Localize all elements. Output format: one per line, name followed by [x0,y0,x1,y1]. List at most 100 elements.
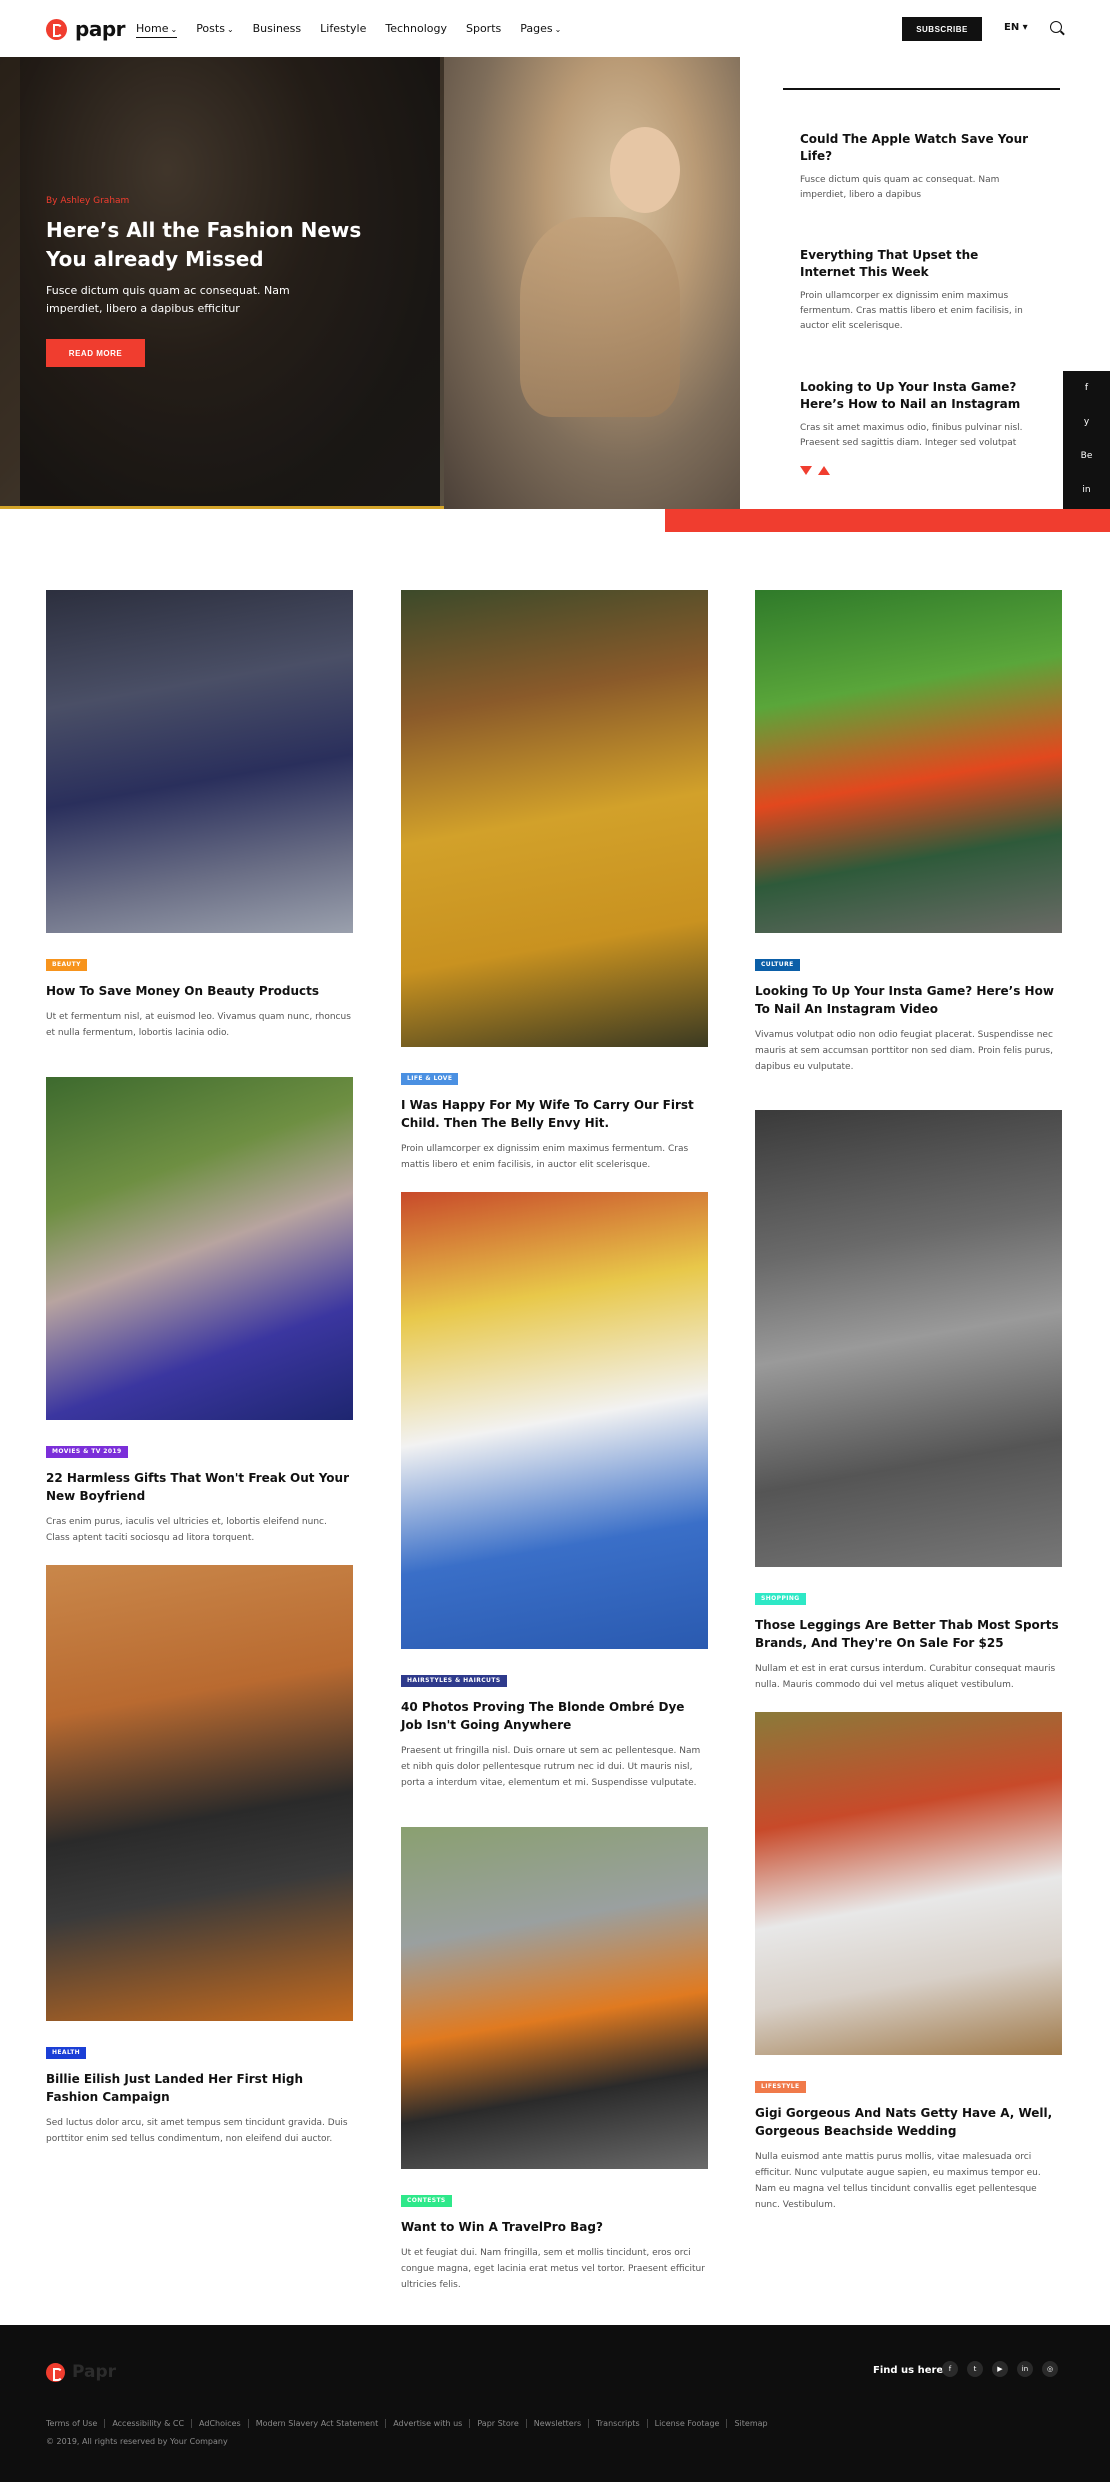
read-more-button[interactable]: READ MORE [46,339,145,367]
article-title[interactable]: 22 Harmless Gifts That Won't Freak Out Y… [46,1469,353,1505]
nav-label: Posts [196,22,225,35]
category-badge[interactable]: MOVIES & TV 2019 [46,1446,128,1458]
footer-link[interactable]: Advertise with us [385,2419,469,2428]
footer-link[interactable]: Sitemap [726,2419,774,2428]
article-image[interactable] [755,1110,1062,1567]
logo[interactable]: papr [46,17,126,41]
category-badge[interactable]: CULTURE [755,959,800,971]
article-card[interactable]: HEALTH Billie Eilish Just Landed Her Fir… [46,1565,353,2147]
search-icon[interactable] [1050,21,1062,33]
article-card[interactable]: CULTURE Looking To Up Your Insta Game? H… [755,590,1062,1075]
find-us-label: Find us here [873,2365,944,2376]
footer-link[interactable]: Papr Store [469,2419,525,2428]
site-header: papr Home ⌄ Posts ⌄ Business Lifestyle Tec… [0,0,1110,57]
article-image[interactable] [401,1192,708,1649]
facebook-icon[interactable]: f [1063,371,1110,405]
main-nav: Home ⌄ Posts ⌄ Business Lifestyle Technolo… [136,22,580,38]
article-image[interactable] [755,590,1062,933]
twitter-icon[interactable]: t [967,2361,983,2377]
article-title[interactable]: Gigi Gorgeous And Nats Getty Have A, Wel… [755,2104,1062,2140]
side-article-text: Fusce dictum quis quam ac consequat. Nam… [800,175,1000,200]
side-article[interactable]: Could The Apple Watch Save Your Life? Fu… [800,131,1035,203]
article-image[interactable] [401,590,708,1047]
hero-author[interactable]: By Ashley Graham [46,196,129,206]
article-card[interactable]: SHOPPING Those Leggings Are Better Thab … [755,1110,1062,1693]
category-badge[interactable]: BEAUTY [46,959,87,971]
footer-logo-text: Papr [72,2362,117,2382]
category-badge[interactable]: HEALTH [46,2047,87,2059]
category-badge[interactable]: CONTESTS [401,2195,452,2207]
article-title[interactable]: I Was Happy For My Wife To Carry Our Fir… [401,1096,708,1132]
article-title[interactable]: Want to Win A TravelPro Bag? [401,2218,708,2236]
category-badge[interactable]: SHOPPING [755,1593,806,1605]
hero-title[interactable]: Here’s All the Fashion News You already … [46,216,376,274]
side-list-divider [783,88,1060,90]
linkedin-icon[interactable]: in [1017,2361,1033,2377]
nav-item-business[interactable]: Business [253,22,302,38]
nav-item-pages[interactable]: Pages ⌄ [520,22,561,38]
article-excerpt: Nullam et est in erat cursus interdum. C… [755,1664,1056,1690]
article-title[interactable]: How To Save Money On Beauty Products [46,982,353,1000]
footer-links: Terms of Use Accessibility & CC AdChoice… [46,2419,775,2428]
footer-logo[interactable]: Papr [46,2362,116,2382]
chevron-down-icon: ⌄ [226,25,234,34]
article-excerpt: Nulla euismod ante mattis purus mollis, … [755,2152,1041,2210]
nav-item-technology[interactable]: Technology [385,22,447,38]
article-title[interactable]: Those Leggings Are Better Thab Most Spor… [755,1616,1062,1652]
nav-item-posts[interactable]: Posts ⌄ [196,22,233,38]
instagram-icon[interactable]: ◎ [1042,2361,1058,2377]
article-card[interactable]: CONTESTS Want to Win A TravelPro Bag? Ut… [401,1827,708,2293]
category-badge[interactable]: LIFE & LOVE [401,1073,459,1085]
side-article-text: Proin ullamcorper ex dignissim enim maxi… [800,291,1023,331]
article-image[interactable] [755,1712,1062,2055]
footer-link[interactable]: Transcripts [588,2419,646,2428]
nav-item-home[interactable]: Home ⌄ [136,22,178,38]
hero-banner[interactable]: By Ashley Graham Here’s All the Fashion … [0,57,740,509]
article-image[interactable] [46,1565,353,2021]
category-badge[interactable]: HAIRSTYLES & HAIRCUTS [401,1675,507,1687]
language-selector[interactable]: EN ▾ [1004,22,1028,33]
footer-link[interactable]: Accessibility & CC [104,2419,191,2428]
youtube-icon[interactable]: ▶ [992,2361,1008,2377]
linkedin-icon[interactable]: in [1063,473,1110,507]
nav-label: Pages [520,22,553,35]
chevron-down-icon: ⌄ [554,25,562,34]
article-card[interactable]: LIFE & LOVE I Was Happy For My Wife To C… [401,590,708,1173]
article-card[interactable]: MOVIES & TV 2019 22 Harmless Gifts That … [46,1077,353,1546]
logo-mark-icon [46,2362,65,2382]
nav-item-sports[interactable]: Sports [466,22,501,38]
article-image[interactable] [46,1077,353,1420]
footer-link[interactable]: AdChoices [191,2419,248,2428]
hero-progress-line [0,506,444,509]
footer-link[interactable]: License Footage [646,2419,727,2428]
category-badge[interactable]: LIFESTYLE [755,2081,806,2093]
article-card[interactable]: HAIRSTYLES & HAIRCUTS 40 Photos Proving … [401,1192,708,1791]
article-excerpt: Proin ullamcorper ex dignissim enim maxi… [401,1144,689,1170]
side-article[interactable]: Looking to Up Your Insta Game? Here’s Ho… [800,379,1035,451]
arrow-up-icon[interactable] [818,466,830,475]
article-card[interactable]: BEAUTY How To Save Money On Beauty Produ… [46,590,353,1041]
behance-icon[interactable]: Be [1063,439,1110,473]
article-title[interactable]: 40 Photos Proving The Blonde Ombré Dye J… [401,1698,708,1734]
twitter-icon[interactable]: y [1063,405,1110,439]
side-article-title[interactable]: Looking to Up Your Insta Game? Here’s Ho… [800,379,1035,413]
side-article-title[interactable]: Everything That Upset the Internet This … [800,247,1035,281]
side-article-title[interactable]: Could The Apple Watch Save Your Life? [800,131,1035,165]
footer-link[interactable]: Modern Slavery Act Statement [247,2419,386,2428]
article-title[interactable]: Billie Eilish Just Landed Her First High… [46,2070,353,2106]
article-title[interactable]: Looking To Up Your Insta Game? Here’s Ho… [755,982,1062,1018]
article-card[interactable]: LIFESTYLE Gigi Gorgeous And Nats Getty H… [755,1712,1062,2213]
nav-item-lifestyle[interactable]: Lifestyle [320,22,366,38]
footer-link[interactable]: Terms of Use [46,2419,104,2428]
article-image[interactable] [46,590,353,933]
footer-link[interactable]: Newsletters [525,2419,588,2428]
logo-mark-icon [46,18,67,40]
subscribe-button[interactable]: SUBSCRIBE [902,17,982,41]
side-article-list: Could The Apple Watch Save Your Life? Fu… [783,88,1060,475]
facebook-icon[interactable]: f [942,2361,958,2377]
side-article[interactable]: Everything That Upset the Internet This … [800,247,1035,334]
copyright-text: © 2019, All rights reserved by Your Comp… [46,2437,228,2446]
article-image[interactable] [401,1827,708,2169]
hero-image-face [610,127,680,213]
arrow-down-icon[interactable] [800,466,812,475]
